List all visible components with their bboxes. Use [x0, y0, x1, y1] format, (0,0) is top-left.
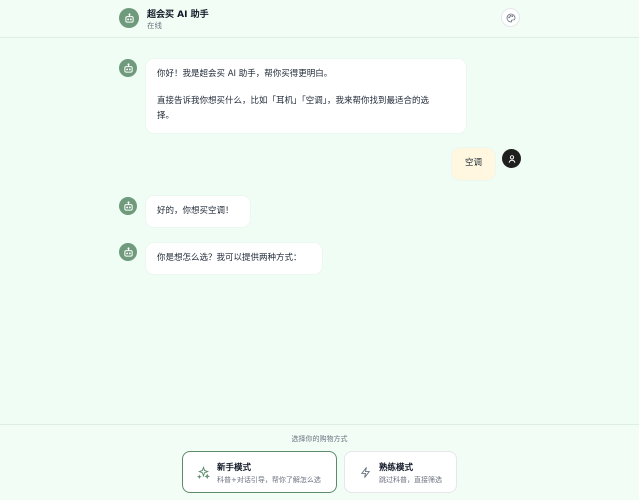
online-status: 在线 [147, 21, 162, 30]
message-line: 择。 [157, 111, 175, 121]
message-line: 你好！我是超会买 AI 助手，帮你买得更明白。 [157, 69, 333, 79]
chat-header: 超会买 AI 助手 在线 [0, 0, 639, 38]
robot-icon [123, 246, 133, 257]
expert-mode-button[interactable]: 熟练模式 跳过科普，直接筛选 [344, 451, 457, 493]
lightning-icon [360, 467, 371, 478]
theme-button[interactable] [501, 8, 520, 27]
user-icon [508, 154, 515, 163]
bot-avatar [119, 59, 137, 77]
mode-title: 新手模式 [217, 463, 252, 473]
user-message: 空调 [452, 148, 495, 180]
message-text: 你是想怎么选？我可以提供两种方式： [157, 253, 302, 263]
mode-selector-hint: 选择你的购物方式 [291, 435, 348, 443]
mode-title: 熟练模式 [379, 463, 414, 473]
bot-avatar [119, 243, 137, 261]
sparkle-icon [197, 466, 210, 479]
message-text: 空调 [464, 158, 482, 168]
message-line: 直接告诉我你想买什么，比如「耳机」「空调」，我来帮你找到最适合的选 [157, 96, 430, 106]
mode-description: 科普+对话引导，帮你了解怎么选 [217, 476, 321, 484]
message-line [157, 82, 455, 94]
message-text: 好的，你想买空调！ [157, 206, 234, 216]
assistant-message: 你好！我是超会买 AI 助手，帮你买得更明白。 直接告诉我你想买什么，比如「耳机… [146, 59, 466, 133]
robot-icon [123, 200, 133, 211]
user-avatar [502, 149, 521, 168]
bot-avatar [119, 8, 139, 28]
robot-icon [124, 12, 134, 23]
mode-selector: 选择你的购物方式 新手模式 科普+对话引导，帮你了解怎么选 熟练模式 跳过科普，… [0, 424, 639, 500]
palette-icon [506, 13, 515, 22]
assistant-message: 你是想怎么选？我可以提供两种方式： [146, 243, 322, 274]
robot-icon [123, 62, 133, 73]
mode-description: 跳过科普，直接筛选 [379, 476, 442, 484]
assistant-message: 好的，你想买空调！ [146, 196, 250, 227]
assistant-title: 超会买 AI 助手 [147, 10, 209, 20]
beginner-mode-button[interactable]: 新手模式 科普+对话引导，帮你了解怎么选 [182, 451, 337, 493]
bot-avatar [119, 197, 137, 215]
